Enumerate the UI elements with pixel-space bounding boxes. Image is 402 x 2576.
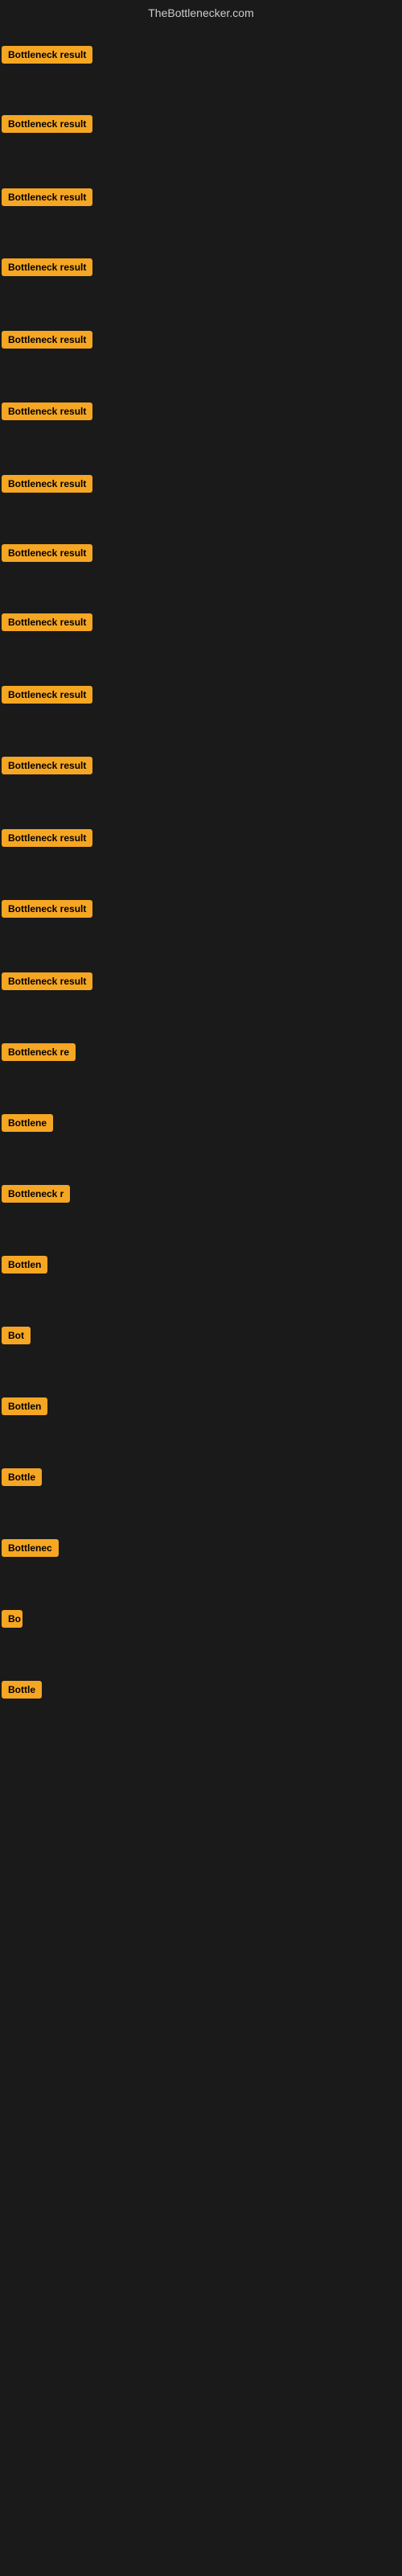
site-title: TheBottlenecker.com (148, 6, 254, 19)
result-row-13: Bottleneck result (2, 900, 92, 922)
result-row-2: Bottleneck result (2, 115, 92, 137)
bottleneck-badge-17[interactable]: Bottleneck r (2, 1185, 70, 1203)
result-row-12: Bottleneck result (2, 829, 92, 851)
result-row-14: Bottleneck result (2, 972, 92, 994)
bottleneck-badge-20[interactable]: Bottlen (2, 1397, 47, 1415)
result-row-3: Bottleneck result (2, 188, 92, 210)
bottleneck-badge-5[interactable]: Bottleneck result (2, 331, 92, 349)
bottleneck-badge-23[interactable]: Bo (2, 1610, 23, 1628)
bottleneck-badge-10[interactable]: Bottleneck result (2, 686, 92, 704)
bottleneck-badge-11[interactable]: Bottleneck result (2, 757, 92, 774)
result-row-24: Bottle (2, 1681, 42, 1703)
result-row-20: Bottlen (2, 1397, 47, 1419)
result-row-19: Bot (2, 1327, 31, 1348)
bottleneck-badge-15[interactable]: Bottleneck re (2, 1043, 76, 1061)
bottleneck-badge-16[interactable]: Bottlene (2, 1114, 53, 1132)
bottleneck-badge-13[interactable]: Bottleneck result (2, 900, 92, 918)
bottleneck-badge-19[interactable]: Bot (2, 1327, 31, 1344)
result-row-18: Bottlen (2, 1256, 47, 1278)
site-header: TheBottlenecker.com (0, 0, 402, 23)
result-row-6: Bottleneck result (2, 402, 92, 424)
bottleneck-badge-24[interactable]: Bottle (2, 1681, 42, 1699)
bottleneck-badge-9[interactable]: Bottleneck result (2, 613, 92, 631)
result-row-8: Bottleneck result (2, 544, 92, 566)
bottleneck-badge-1[interactable]: Bottleneck result (2, 46, 92, 64)
bottleneck-badge-6[interactable]: Bottleneck result (2, 402, 92, 420)
bottleneck-badge-8[interactable]: Bottleneck result (2, 544, 92, 562)
result-row-1: Bottleneck result (2, 46, 92, 68)
bottleneck-badge-7[interactable]: Bottleneck result (2, 475, 92, 493)
result-row-17: Bottleneck r (2, 1185, 70, 1207)
bottleneck-badge-21[interactable]: Bottle (2, 1468, 42, 1486)
result-row-4: Bottleneck result (2, 258, 92, 280)
result-row-7: Bottleneck result (2, 475, 92, 497)
bottleneck-badge-22[interactable]: Bottlenec (2, 1539, 59, 1557)
bottleneck-badge-12[interactable]: Bottleneck result (2, 829, 92, 847)
result-row-5: Bottleneck result (2, 331, 92, 353)
bottleneck-badge-2[interactable]: Bottleneck result (2, 115, 92, 133)
bottleneck-badge-4[interactable]: Bottleneck result (2, 258, 92, 276)
result-row-16: Bottlene (2, 1114, 53, 1136)
result-row-23: Bo (2, 1610, 23, 1632)
result-row-22: Bottlenec (2, 1539, 59, 1561)
result-row-9: Bottleneck result (2, 613, 92, 635)
result-row-15: Bottleneck re (2, 1043, 76, 1065)
bottleneck-badge-18[interactable]: Bottlen (2, 1256, 47, 1274)
bottleneck-badge-14[interactable]: Bottleneck result (2, 972, 92, 990)
bottleneck-badge-3[interactable]: Bottleneck result (2, 188, 92, 206)
result-row-11: Bottleneck result (2, 757, 92, 778)
result-row-10: Bottleneck result (2, 686, 92, 708)
result-row-21: Bottle (2, 1468, 42, 1490)
